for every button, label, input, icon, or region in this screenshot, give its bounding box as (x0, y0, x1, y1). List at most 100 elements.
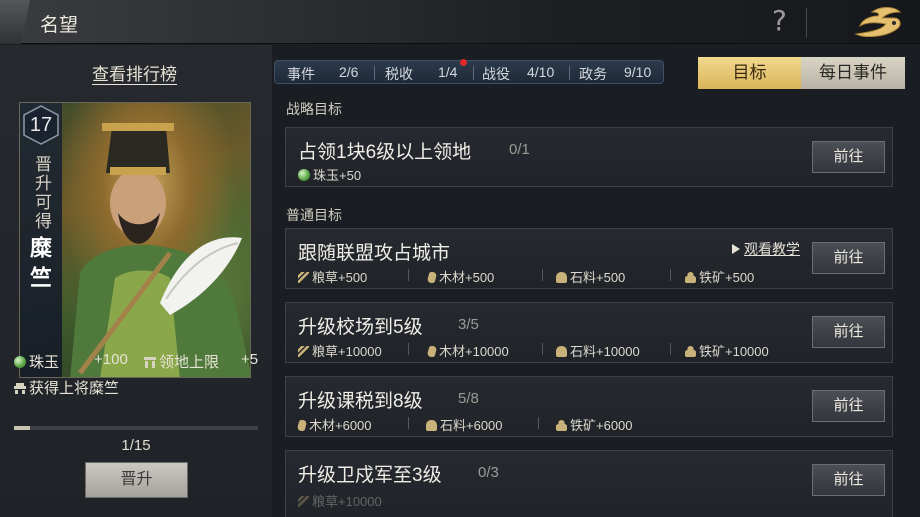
goto-button[interactable]: 前往 (812, 242, 885, 274)
tax-alert-dot (460, 59, 467, 66)
reward-gem-row: 珠玉 +100 领地上限 +5 (14, 351, 264, 372)
wood-icon (426, 272, 438, 283)
stat-divider (374, 66, 375, 80)
reward-general-row: 获得上将糜竺 (14, 377, 119, 398)
play-icon (732, 244, 740, 254)
stat-tax: 税收 1/4 (385, 64, 457, 84)
promotion-progress-bar (14, 426, 258, 430)
section-normal-goals: 普通目标 (286, 207, 342, 223)
page-title: 名望 (40, 15, 79, 36)
level-badge: 17 (22, 105, 60, 145)
section-strategic-goals: 战略目标 (286, 101, 342, 117)
stat-battles-value: 4/10 (527, 64, 555, 80)
goto-button[interactable]: 前往 (812, 464, 885, 496)
gem-icon (14, 356, 26, 368)
reward-text: 木材+6000 (309, 418, 372, 433)
goal-card: 升级课税到8级 5/8 木材+6000 石料+6000 铁矿+6000 前往 (285, 376, 893, 437)
reward-text: 石料+10000 (570, 344, 640, 359)
stat-tax-value: 1/4 (438, 64, 458, 80)
top-bar: 名望 ? (0, 0, 920, 44)
reward-gem-value: +100 (94, 351, 128, 368)
goto-button[interactable]: 前往 (812, 141, 885, 173)
goal-progress: 5/8 (458, 390, 479, 407)
reward-text: 粮草+10000 (312, 344, 382, 359)
goal-progress: 0/3 (478, 464, 499, 481)
goal-title: 跟随联盟攻占城市 (298, 243, 451, 264)
goto-button[interactable]: 前往 (812, 316, 885, 348)
grain-icon (298, 272, 309, 283)
stat-tax-label: 税收 (385, 66, 413, 82)
help-icon[interactable]: ? (772, 4, 787, 37)
general-portrait: 17 晋升可得 糜竺 (19, 102, 251, 378)
reward-text: 铁矿+10000 (699, 344, 769, 359)
iron-icon (556, 420, 567, 431)
promote-button[interactable]: 晋升 (85, 462, 188, 498)
reward-divider (670, 343, 671, 355)
reward-text: 石料+6000 (440, 418, 503, 433)
view-leaderboard-link[interactable]: 查看排行榜 (92, 60, 177, 85)
reward-text: 珠玉+50 (313, 168, 362, 183)
stone-icon (426, 420, 437, 431)
stone-icon (556, 272, 567, 283)
reward-territory-value: +5 (241, 351, 259, 368)
stat-affairs: 政务 9/10 (579, 64, 651, 84)
general-name: 糜竺 (27, 236, 52, 296)
territory-icon (144, 357, 156, 368)
goal-title: 占领1块6级以上领地 (298, 142, 472, 163)
goal-card: 跟随联盟攻占城市 观看教学 粮草+500 木材+500 石料+500 铁矿+50… (285, 228, 893, 289)
grain-icon (298, 346, 309, 357)
stat-events-label: 事件 (287, 66, 315, 82)
reward-divider (542, 343, 543, 355)
grain-icon (298, 496, 309, 507)
level-number: 17 (29, 114, 53, 136)
promotion-progress-fill (14, 426, 31, 430)
stat-events-value: 2/6 (339, 64, 359, 80)
reward-text: 木材+10000 (439, 344, 509, 359)
goal-title: 升级校场到5级 (298, 317, 423, 338)
wood-icon (426, 346, 438, 357)
reward-general-text: 获得上将糜竺 (29, 380, 120, 397)
goal-title: 升级课税到8级 (298, 391, 423, 412)
stat-affairs-label: 政务 (579, 66, 607, 82)
tab-daily-events[interactable]: 每日事件 (801, 57, 905, 89)
stat-divider (473, 66, 474, 80)
reward-gem-label: 珠玉 (29, 354, 60, 371)
goal-progress: 0/1 (509, 141, 530, 158)
promote-hint-text: 晋升可得 (32, 155, 51, 231)
reward-divider (408, 343, 409, 355)
promotion-progress-text: 1/15 (121, 437, 151, 454)
tab-goals[interactable]: 目标 (698, 57, 801, 89)
reward-divider (538, 417, 539, 429)
reward-divider (408, 417, 409, 429)
watch-tutorial-label: 观看教学 (744, 241, 800, 257)
reward-divider (408, 269, 409, 281)
iron-icon (685, 346, 696, 357)
goto-button[interactable]: 前往 (812, 390, 885, 422)
reward-divider (670, 269, 671, 281)
reward-text: 粮草+500 (312, 270, 368, 285)
stat-battles-label: 战役 (482, 66, 510, 82)
dragon-logo-icon[interactable] (852, 4, 904, 40)
reward-divider (542, 269, 543, 281)
back-button[interactable] (0, 0, 30, 44)
gem-icon (298, 169, 310, 181)
watch-tutorial-link[interactable]: 观看教学 (732, 239, 800, 259)
goal-card: 升级卫戍军至3级 0/3 粮草+10000 前往 (285, 450, 893, 517)
goal-title: 升级卫戍军至3级 (298, 465, 442, 486)
iron-icon (685, 272, 696, 283)
reward-text: 铁矿+500 (699, 270, 755, 285)
stats-bar: 事件 2/6 税收 1/4 战役 4/10 政务 9/10 (274, 59, 664, 84)
general-icon (14, 383, 26, 394)
reward-territory-label: 领地上限 (159, 354, 220, 371)
wood-icon (296, 420, 308, 431)
goal-progress: 3/5 (458, 316, 479, 333)
stat-battles: 战役 4/10 (482, 64, 554, 84)
promotion-panel: 查看排行榜 17 晋升可得 糜竺 珠玉 +100 领地上限 +5 获得上将糜竺 … (0, 45, 272, 517)
goal-card: 占领1块6级以上领地 0/1 珠玉+50 前往 (285, 127, 893, 187)
goal-card: 升级校场到5级 3/5 粮草+10000 木材+10000 石料+10000 铁… (285, 302, 893, 363)
reward-text: 铁矿+6000 (570, 418, 633, 433)
stat-affairs-value: 9/10 (624, 64, 652, 80)
goals-panel: 事件 2/6 税收 1/4 战役 4/10 政务 9/10 目标 每日事件 战略… (272, 45, 920, 517)
stat-divider (569, 66, 570, 80)
reward-text: 石料+500 (570, 270, 626, 285)
